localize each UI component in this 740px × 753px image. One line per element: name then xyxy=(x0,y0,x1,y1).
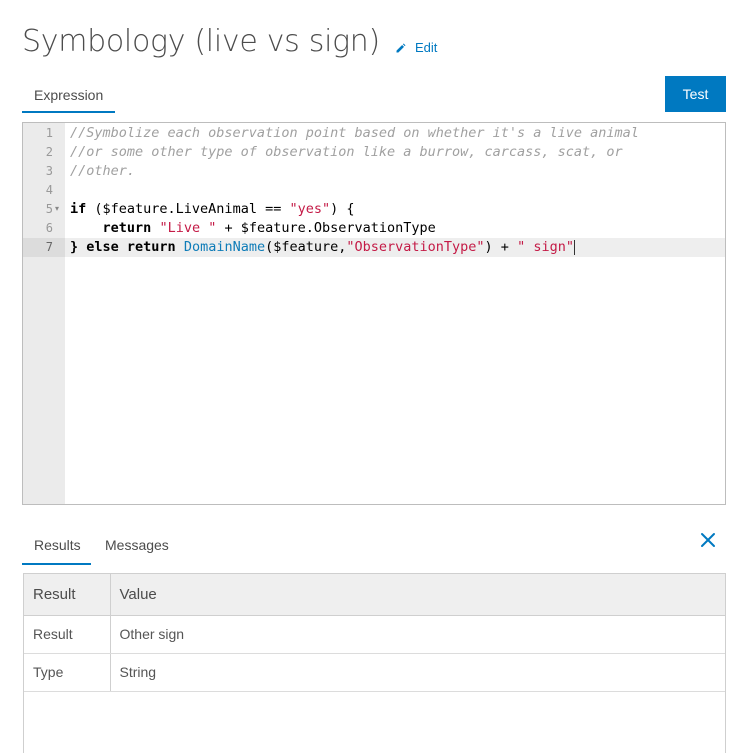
edit-title-button[interactable]: Edit xyxy=(395,40,437,55)
code-token: return xyxy=(102,220,152,236)
code-token: "Live " xyxy=(159,220,217,236)
code-editor[interactable]: 1 2 3 4 5 ▾ 6 7 //Symbolize each observation po… xyxy=(22,122,726,505)
line-number: 7 xyxy=(23,238,65,257)
column-header-value: Value xyxy=(110,574,725,616)
pencil-icon xyxy=(396,43,406,52)
line-number: 5 xyxy=(45,202,53,216)
line-number: 4 xyxy=(45,183,53,197)
line-number: 6 xyxy=(45,221,53,235)
code-token: //Symbolize each observation point based… xyxy=(70,125,639,141)
code-line: //or some other type of observation like… xyxy=(70,143,623,162)
code-line: if ($feature.LiveAnimal == "yes") { xyxy=(70,200,355,219)
code-token: DomainName xyxy=(183,239,266,255)
code-token: "ObservationType" xyxy=(346,239,485,255)
code-token: " sign" xyxy=(517,239,574,255)
results-table: Result Value Result Other sign Type Stri… xyxy=(24,574,725,692)
page-title: Symbology (live vs sign) xyxy=(22,24,380,59)
code-line: } else return DomainName($feature,"Obser… xyxy=(70,238,575,257)
code-token: else return xyxy=(86,239,176,255)
code-line: return "Live " + $feature.ObservationTyp… xyxy=(70,219,436,238)
line-number: 2 xyxy=(45,145,53,159)
table-row: Type String xyxy=(24,653,725,692)
fold-arrow-icon[interactable]: ▾ xyxy=(55,204,59,213)
code-line: //other. xyxy=(70,162,135,181)
tab-expression[interactable]: Expression xyxy=(22,87,115,113)
code-token: ($feature.LiveAnimal == xyxy=(86,201,290,217)
line-number: 1 xyxy=(45,126,53,140)
tab-messages[interactable]: Messages xyxy=(105,537,169,561)
line-number: 3 xyxy=(45,164,53,178)
code-token: //other. xyxy=(70,163,136,179)
line-number-gutter: 1 2 3 4 5 ▾ 6 7 xyxy=(23,123,65,504)
code-token: ) { xyxy=(330,201,355,217)
code-area[interactable]: //Symbolize each observation point based… xyxy=(65,123,725,504)
table-row: Result Other sign xyxy=(24,615,725,654)
edit-label: Edit xyxy=(415,40,438,55)
table-cell-value: Other sign xyxy=(110,615,725,654)
test-button[interactable]: Test xyxy=(665,76,726,112)
table-cell-key: Type xyxy=(24,653,111,692)
code-token: ($feature, xyxy=(265,239,347,255)
arcade-expression-page: Symbology (live vs sign) Edit Expression… xyxy=(0,0,740,753)
close-icon[interactable] xyxy=(699,531,717,549)
code-token: if xyxy=(70,201,87,217)
results-panel: Result Value Result Other sign Type Stri… xyxy=(23,573,726,753)
tab-results[interactable]: Results xyxy=(22,537,91,565)
code-line: //Symbolize each observation point based… xyxy=(70,124,639,143)
code-token: "yes" xyxy=(289,201,331,217)
text-cursor xyxy=(573,239,575,255)
code-token: + $feature.ObservationType xyxy=(216,220,436,236)
code-token: ) + xyxy=(484,239,518,255)
table-cell-value: String xyxy=(110,653,725,692)
results-header-row: Result Value xyxy=(24,574,725,616)
column-header-result: Result xyxy=(24,574,111,616)
code-token: //or some other type of observation like… xyxy=(70,144,623,160)
table-cell-key: Result xyxy=(24,615,111,654)
code-token: } xyxy=(70,239,87,255)
